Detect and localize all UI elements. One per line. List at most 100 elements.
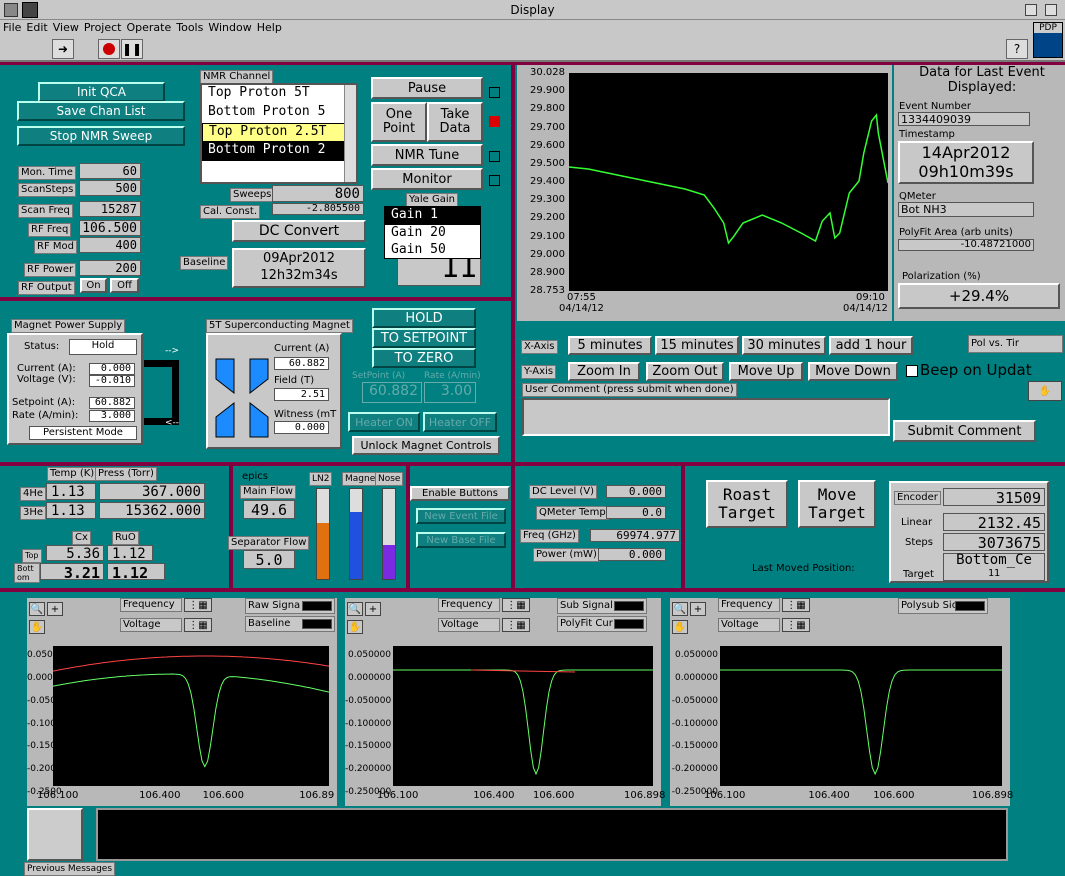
plot-selector-voltage[interactable]: Voltage [718,618,780,632]
pause-button[interactable]: Pause [371,77,483,99]
scan-steps-field[interactable]: 500 [79,180,141,196]
plot-selector-voltage[interactable]: Voltage [438,618,500,632]
mon-time-field[interactable]: 60 [79,163,141,179]
channel-item[interactable]: Bottom Proton 2 [202,142,356,161]
y-move-down-button[interactable]: Move Down [808,362,898,381]
legend-item[interactable]: Sub Signal [557,598,647,614]
plot-selector-frequency[interactable]: Frequency [120,598,182,612]
x-15-minutes-button[interactable]: 15 minutes [655,336,739,355]
menu-window[interactable]: Window [208,21,251,34]
legend-item[interactable]: Baseline [245,616,335,632]
pol-vs-time-selector[interactable]: Pol vs. Tir [968,335,1063,353]
cal-const-field[interactable]: -2.805500 [272,203,364,215]
heater-off-button[interactable]: Heater OFF [423,412,497,432]
menu-project[interactable]: Project [84,21,122,34]
menu-tools[interactable]: Tools [176,21,203,34]
zoom-icon[interactable]: 🔍 [672,602,688,616]
new-base-file-button[interactable]: New Base File [416,532,506,548]
plot-selector-frequency[interactable]: Frequency [718,598,780,612]
y-move-up-button[interactable]: Move Up [729,362,803,381]
help-icon[interactable]: ? [1006,39,1028,59]
pan-hand-icon[interactable]: ✋ [672,620,688,634]
menu-view[interactable]: View [53,21,79,34]
x-30-minutes-button[interactable]: 30 minutes [742,336,826,355]
submit-comment-button[interactable]: Submit Comment [893,420,1036,442]
channel-item[interactable]: Bottom Proton 5 [202,104,356,123]
messages-scroll-button[interactable] [27,808,83,861]
crosshair-icon[interactable]: + [690,602,706,616]
pan-hand-icon[interactable]: ✋ [29,620,45,634]
plot-selector-frequency[interactable]: Frequency [438,598,500,612]
abort-icon[interactable] [98,39,120,59]
rf-mod-field[interactable]: 400 [79,237,141,253]
beep-checkbox[interactable] [906,365,918,377]
plot-style-icon[interactable]: ⋮▦ [502,618,530,632]
menu-help[interactable]: Help [257,21,282,34]
dc-convert-button[interactable]: DC Convert [232,220,366,242]
plot-style-icon[interactable]: ⋮▦ [782,598,810,612]
rf-output-off-button[interactable]: Off [110,278,139,293]
nmr-tune-checkbox[interactable] [489,151,500,162]
y-zoom-in-button[interactable]: Zoom In [568,362,640,381]
y-zoom-out-button[interactable]: Zoom Out [646,362,724,381]
rate-field[interactable]: 3.000 [89,410,135,422]
x-add-1-hour-button[interactable]: add 1 hour [829,336,913,355]
legend-item[interactable]: PolyFit Cur [557,616,647,632]
plot-style-icon[interactable]: ⋮▦ [184,598,212,612]
monitor-checkbox[interactable] [489,175,500,186]
nmr-tune-button[interactable]: NMR Tune [371,144,483,166]
yale-gain-list[interactable]: Gain 1 Gain 20 Gain 50 [384,206,481,259]
legend-item[interactable]: Raw Signa [245,598,335,614]
gain-option-selected[interactable]: Gain 1 [385,207,480,225]
legend-item[interactable]: Polysub Sic [898,598,988,614]
roast-target-button[interactable]: Roast Target [706,480,788,528]
rf-output-on-button[interactable]: On [80,278,107,293]
take-data-button[interactable]: Take Data [427,102,483,142]
nmr-channel-list[interactable]: Top Proton 5T Bottom Proton 5 Top Proton… [200,83,358,184]
menu-file[interactable]: File [3,21,21,34]
minimize-icon[interactable] [1025,4,1037,16]
hand-tool-icon[interactable]: ✋ [1028,381,1062,401]
run-arrow-icon[interactable]: ➜ [52,39,74,59]
comment-input[interactable] [522,398,890,436]
menu-operate[interactable]: Operate [126,21,171,34]
channel-scrollbar[interactable] [344,85,356,182]
one-point-button[interactable]: One Point [371,102,427,142]
plot-selector-voltage[interactable]: Voltage [120,618,182,632]
gain-option[interactable]: Gain 20 [385,225,480,242]
menu-edit[interactable]: Edit [26,21,47,34]
plot-style-icon[interactable]: ⋮▦ [184,618,212,632]
rf-power-field[interactable]: 200 [79,260,141,276]
channel-item-selected[interactable]: Top Proton 2.5T [202,123,356,142]
unlock-magnet-button[interactable]: Unlock Magnet Controls [352,436,500,455]
enable-buttons-button[interactable]: Enable Buttons [410,486,510,501]
heater-on-button[interactable]: Heater ON [348,412,420,432]
plot-style-icon[interactable]: ⋮▦ [502,598,530,612]
init-qca-button[interactable]: Init QCA [38,82,165,102]
sweeps-field[interactable]: 800 [272,185,364,202]
plot-style-icon[interactable]: ⋮▦ [782,618,810,632]
pan-hand-icon[interactable]: ✋ [347,620,363,634]
rf-freq-field[interactable]: 106.500 [79,220,141,236]
window-menu-icon[interactable] [4,3,18,17]
monitor-button[interactable]: Monitor [371,168,483,190]
save-chan-list-button[interactable]: Save Chan List [17,101,185,121]
pause-icon[interactable]: ❚❚ [121,39,143,59]
new-event-file-button[interactable]: New Event File [416,508,506,524]
to-setpoint-button[interactable]: TO SETPOINT [372,328,476,348]
maximize-icon[interactable] [1045,4,1057,16]
to-zero-button[interactable]: TO ZERO [372,348,476,368]
move-target-button[interactable]: Move Target [798,480,876,528]
stop-nmr-sweep-button[interactable]: Stop NMR Sweep [17,126,185,146]
x-5-minutes-button[interactable]: 5 minutes [568,336,652,355]
crosshair-icon[interactable]: + [47,602,63,616]
scan-freq-field[interactable]: 15287 [79,201,141,217]
zoom-icon[interactable]: 🔍 [347,602,363,616]
pause-checkbox[interactable] [489,87,500,98]
gain-option[interactable]: Gain 50 [385,242,480,259]
zoom-icon[interactable]: 🔍 [29,602,45,616]
channel-item[interactable]: Top Proton 5T [202,85,356,104]
crosshair-icon[interactable]: + [365,602,381,616]
hold-button[interactable]: HOLD [372,308,476,328]
setpoint-field[interactable]: 60.882 [89,397,135,409]
